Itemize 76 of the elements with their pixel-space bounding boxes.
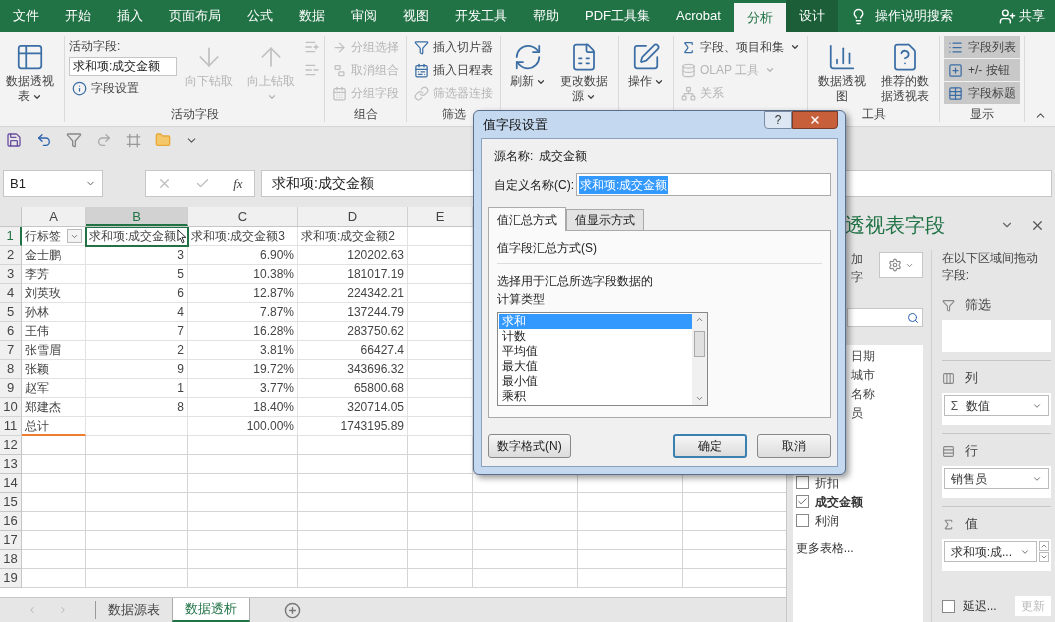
cell-text: 行标签 [25,228,61,245]
table-cell: 18.40% [188,398,298,417]
description-text: 选择用于汇总所选字段数据的计算类型 [497,273,654,308]
defer-label: 延迟... [962,598,997,615]
hint-text: 字 [850,269,864,286]
cell-reference: B1 [10,174,26,193]
table-cell: 19.72% [188,360,298,379]
table-cell: 100.00% [188,417,298,436]
table-cell: 65800.68 [298,379,408,398]
table-cell: 张雪眉 [22,341,86,360]
table-cell: 16.28% [188,322,298,341]
field-name: 日期 [850,348,876,365]
table-cell: 6.90% [188,246,298,265]
area-label: 行 [964,442,978,461]
table-cell: 7.87% [188,303,298,322]
dialog-title: 值字段设置 [483,115,548,134]
field-label: 活动字段: [69,38,122,55]
source-name-label: 源名称: [494,148,534,165]
table-cell: 10.38% [188,265,298,284]
table-cell: 283750.62 [298,322,408,341]
field-name: 城市 [850,367,876,384]
table-cell: 120202.63 [298,246,408,265]
table-cell: 9 [86,360,188,379]
table-cell: 3.81% [188,341,298,360]
group-label: 组合 [352,106,379,122]
table-cell: 6 [86,284,188,303]
table-cell: 3.77% [188,379,298,398]
table-cell: 孙林 [22,303,86,322]
group-label: 显示 [969,106,995,122]
group-label: 活动字段 [169,106,220,122]
table-cell: 137244.79 [298,303,408,322]
table-cell: 赵军 [22,379,86,398]
table-cell: 2 [86,341,188,360]
field-name: 成交金额 [814,493,863,511]
table-cell: 320714.05 [298,398,408,417]
hint-text: 加 [850,251,864,268]
table-cell: 181017.19 [298,265,408,284]
table-cell: 刘英玫 [22,284,86,303]
group-label: 工具 [860,106,887,122]
chip-label: 求和项:成... [950,543,1012,561]
group-label: 筛选 [440,106,467,122]
table-cell: 12.87% [188,284,298,303]
table-cell: 7 [86,322,188,341]
table-cell: 1 [86,379,188,398]
chip-label: 销售员 [950,470,987,488]
table-cell: 总计 [22,417,86,436]
table-cell: 求和项:成交金额3 [188,227,298,246]
table-cell: 李芳 [22,265,86,284]
table-cell: 郑建杰 [22,398,86,417]
area-label: 列 [964,369,978,388]
areas-hint: 在以下区域间拖动字段: [941,250,1039,284]
table-cell: 1743195.89 [298,417,408,436]
table-cell: 5 [86,265,188,284]
table-cell: 金士鹏 [22,246,86,265]
section-title: 值字段汇总方式(S) [497,239,822,264]
table-cell: 王伟 [22,322,86,341]
table-cell: 求和项:成交金额2 [298,227,408,246]
field-name: 折扣 [814,474,839,492]
table-cell: 224342.21 [298,284,408,303]
table-cell: 343696.32 [298,360,408,379]
chip-label: 数值 [966,397,991,415]
custom-name-label: 自定义名称(C): [494,176,574,194]
field-name: 名称 [850,386,876,403]
pane-title: 透视表字段 [844,213,945,238]
table-cell: 3 [86,246,188,265]
table-cell: 66427.4 [298,341,408,360]
field-name: 员 [850,405,864,422]
sigma-symbol: Σ [950,397,959,415]
area-label: 筛选 [964,296,991,315]
source-name-value: 成交金额 [539,148,588,165]
field-name: 利润 [814,512,839,530]
table-cell: 张颖 [22,360,86,379]
table-cell: 8 [86,398,188,417]
table-cell: 求和项:成交金额 [86,227,188,246]
area-label: 值 [964,515,978,534]
table-cell: 4 [86,303,188,322]
